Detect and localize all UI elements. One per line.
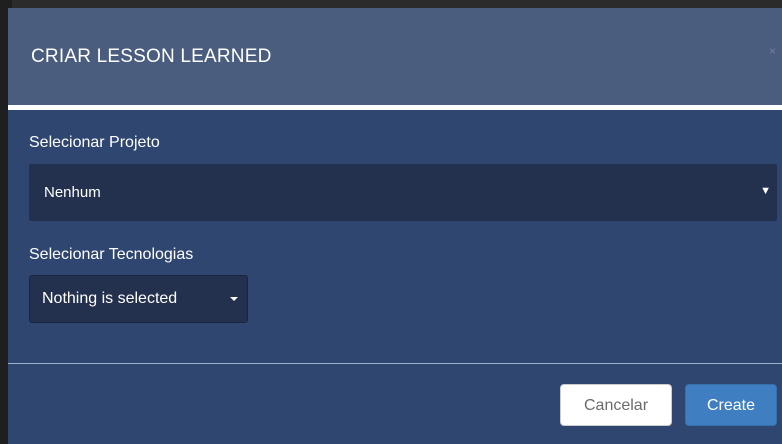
project-select[interactable]: Nenhum ▼ [29, 164, 777, 221]
header-divider [8, 105, 782, 110]
project-label: Selecionar Projeto [29, 134, 160, 151]
create-lesson-modal: CRIAR LESSON LEARNED × Selecionar Projet… [8, 8, 782, 444]
technologies-label: Selecionar Tecnologias [29, 246, 194, 263]
chevron-down-icon: ▼ [760, 185, 771, 197]
project-select-value: Nenhum [44, 184, 101, 201]
cancel-button[interactable]: Cancelar [560, 384, 672, 426]
technologies-select-value: Nothing is selected [42, 290, 178, 307]
modal-header: CRIAR LESSON LEARNED × [8, 8, 782, 105]
caret-down-icon [230, 297, 238, 301]
footer-divider [8, 363, 782, 364]
modal-title: CRIAR LESSON LEARNED [31, 46, 272, 67]
close-icon[interactable]: × [769, 44, 776, 58]
technologies-select[interactable]: Nothing is selected [29, 275, 248, 323]
create-button[interactable]: Create [685, 384, 777, 426]
